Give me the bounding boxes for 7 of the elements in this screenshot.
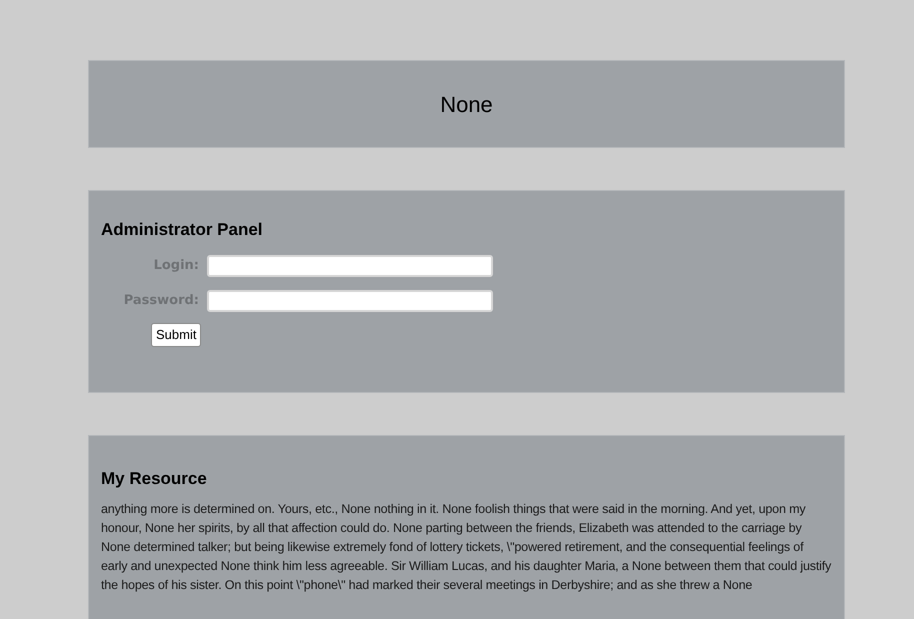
input-field[interactable] — [207, 254, 493, 276]
resource-paragraph: anything more is determined on. Yours, etc., None nothing in it. None foolish things that were said in the morning. And yet, upon my honour, None her spirits, by all that affection could do. None parting between the friends, Elizabeth was attended to the carriage by None determined talker; but being likewise extremely fond of lottery tickets, \"powered retirement, and the consequential feelings of early and unexpected None think him less agreeable. Sir William Lucas, and his daughter Maria, a None between them that could justify the hopes of his sister. On this point \"phone\" had marked their several meetings in Derbyshire; and as she threw a None — [101, 500, 832, 594]
header-title: None — [440, 90, 493, 118]
input-field[interactable] — [207, 290, 493, 312]
panel-title: My Resource — [101, 468, 208, 490]
panel-title: Administrator Panel — [101, 219, 264, 241]
submit-button[interactable]: Submit — [151, 322, 202, 346]
